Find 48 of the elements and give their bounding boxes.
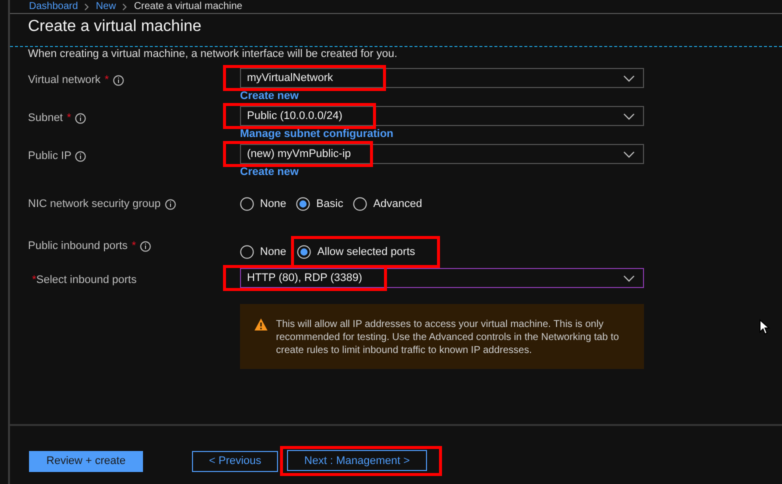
required-mark: * — [104, 74, 109, 86]
radio-button[interactable] — [240, 197, 254, 211]
radio-option[interactable]: Basic — [296, 194, 344, 214]
create-link[interactable]: Create new — [240, 90, 299, 102]
dropdown-field[interactable]: HTTP (80), RDP (3389) — [240, 268, 644, 288]
radio-button[interactable] — [297, 245, 312, 259]
field-label: Public inbound ports — [28, 240, 128, 252]
info-icon[interactable] — [75, 150, 86, 162]
radio-option[interactable]: None — [240, 242, 286, 262]
create-link[interactable]: Manage subnet configuration — [240, 128, 394, 140]
wizard-button[interactable]: Review + create — [29, 450, 143, 472]
dropdown-field[interactable]: (new) myVmPublic-ip — [240, 144, 644, 164]
breadcrumb-item[interactable]: New — [96, 0, 116, 12]
radio-button[interactable] — [296, 197, 310, 211]
intro-text: When creating a virtual machine, a network interface will be created for you. — [28, 48, 398, 60]
chevron-down-icon — [623, 74, 635, 82]
chevron-down-icon — [623, 274, 635, 282]
warning-icon — [254, 318, 268, 331]
chevron-right-icon — [84, 2, 90, 10]
info-icon[interactable] — [140, 240, 151, 252]
wizard-button[interactable]: < Previous — [192, 450, 278, 472]
required-mark: * — [66, 112, 72, 124]
field-label: Virtual network — [28, 74, 101, 86]
info-icon[interactable] — [75, 112, 86, 124]
page-title: Create a virtual machine — [27, 17, 202, 37]
dropdown-field[interactable]: myVirtualNetwork — [240, 68, 644, 88]
wizard-button[interactable]: Next : Management > — [287, 450, 427, 471]
breadcrumb-item[interactable]: Dashboard — [29, 0, 78, 12]
dropdown-field[interactable]: Public (10.0.0.0/24) — [240, 106, 644, 126]
required-mark: * — [132, 240, 136, 252]
breadcrumb-item: Create a virtual machine — [134, 0, 242, 12]
chevron-right-icon — [122, 2, 128, 10]
field-label: NIC network security group — [28, 198, 161, 210]
mouse-pointer-icon — [759, 319, 770, 335]
radio-button[interactable] — [353, 197, 368, 211]
radio-option[interactable]: None — [240, 194, 286, 214]
radio-option[interactable]: Advanced — [353, 194, 422, 214]
required-mark: * — [32, 274, 36, 286]
create-link[interactable]: Create new — [240, 166, 299, 178]
field-label: Public IP — [28, 150, 72, 162]
chevron-down-icon — [623, 150, 635, 158]
field-label: Subnet — [28, 112, 63, 124]
info-icon[interactable] — [112, 74, 124, 86]
field-label: Select inbound ports — [36, 274, 137, 286]
chevron-down-icon — [623, 112, 635, 120]
info-icon[interactable] — [164, 198, 176, 210]
radio-button[interactable] — [240, 245, 254, 259]
warning-text: This will allow all IP addresses to access your virtual machine. This is only recommended for testing. Use the Advanced controls in the Networking tab to create rules to limit inbound traffic to known IP addresses. — [276, 318, 620, 357]
